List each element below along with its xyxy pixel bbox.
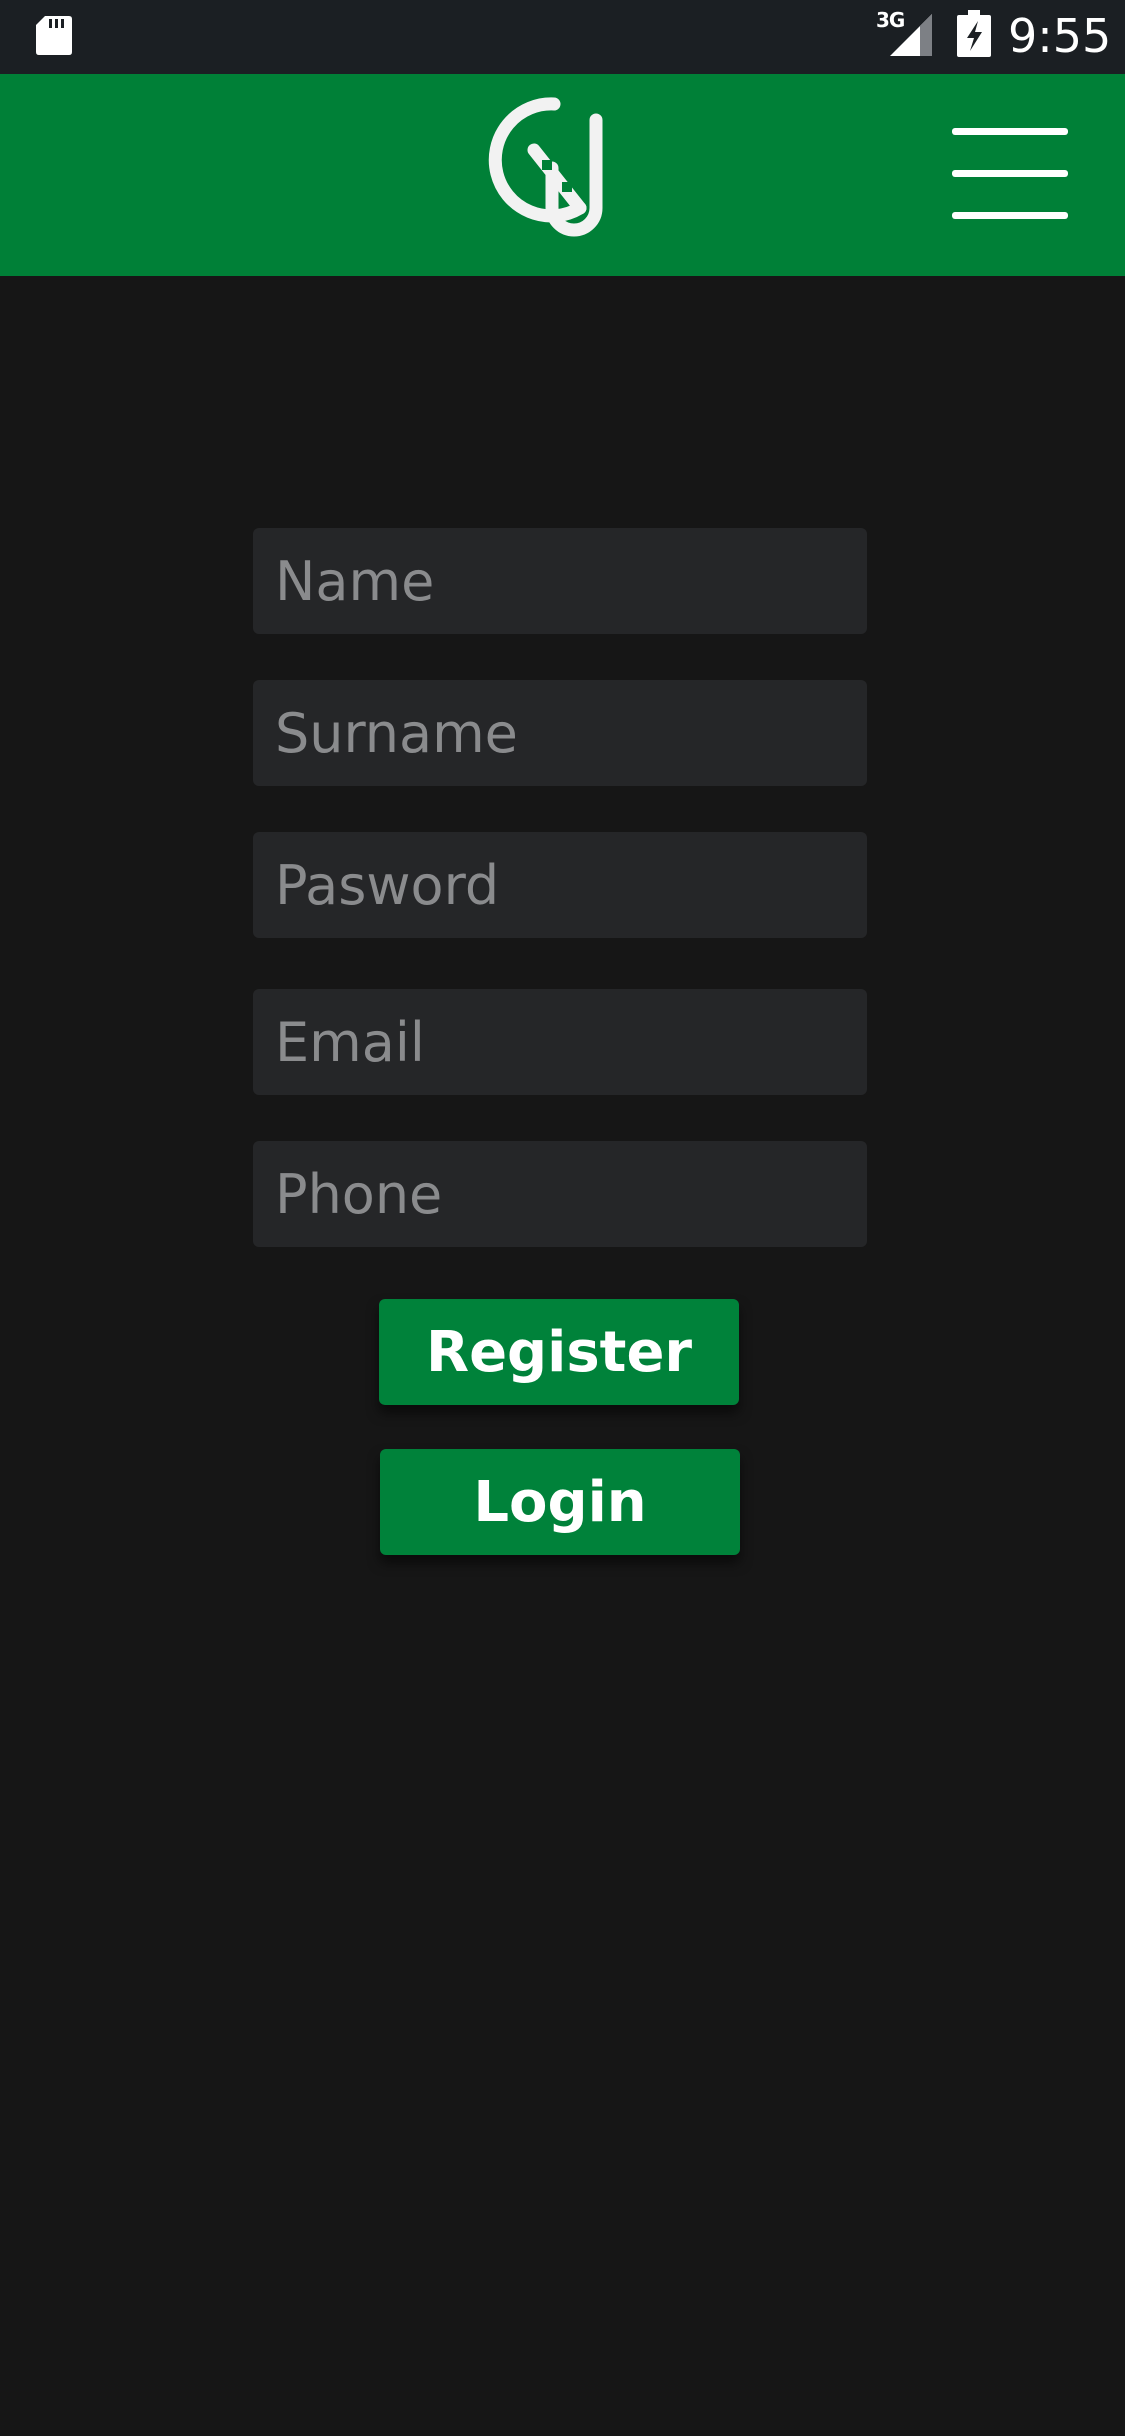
menu-bar-bottom — [952, 212, 1068, 219]
register-button[interactable]: Register — [379, 1299, 739, 1405]
email-input[interactable] — [253, 989, 867, 1095]
menu-bar-top — [952, 128, 1068, 135]
sd-card-icon — [36, 16, 72, 55]
password-input[interactable] — [253, 832, 867, 938]
surname-input[interactable] — [253, 680, 867, 786]
login-button[interactable]: Login — [380, 1449, 740, 1555]
signal-icon — [890, 14, 932, 56]
hamburger-menu-button[interactable] — [950, 124, 1070, 224]
phone-input[interactable] — [253, 1141, 867, 1247]
battery-icon — [957, 10, 991, 57]
status-bar: 3G 9:55 — [0, 0, 1125, 74]
name-input[interactable] — [253, 528, 867, 634]
status-clock: 9:55 — [1008, 9, 1112, 63]
logo-icon — [488, 97, 603, 237]
menu-bar-middle — [952, 170, 1068, 177]
